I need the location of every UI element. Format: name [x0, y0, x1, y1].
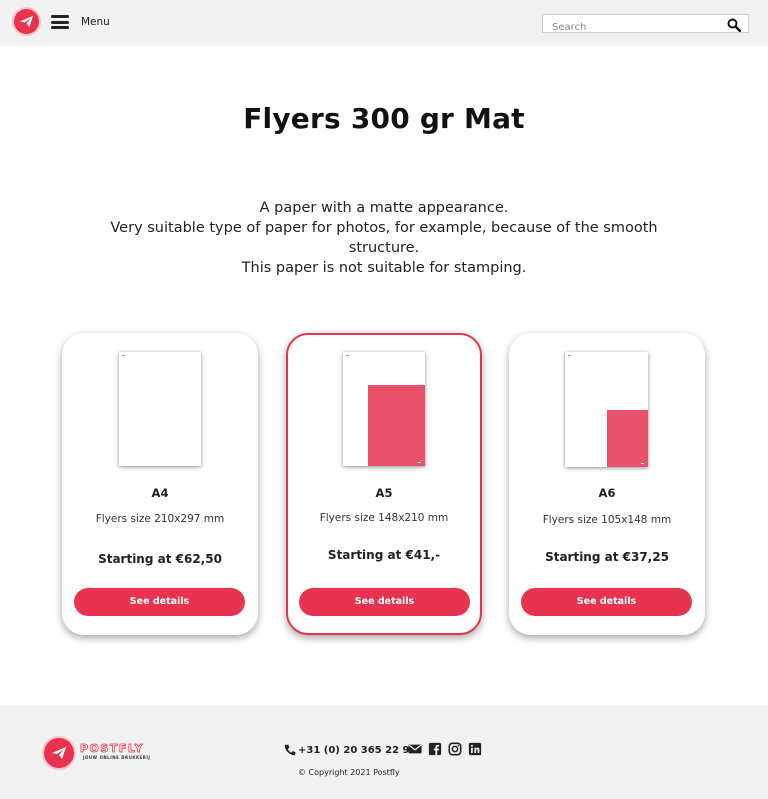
facebook-icon[interactable]: [428, 741, 442, 756]
description-line: This paper is not suitable for stamping.: [241, 260, 527, 276]
menu-button[interactable]: [51, 15, 69, 29]
product-description: Flyers size 105x148 mm: [542, 514, 672, 526]
paper-plane-icon: [19, 15, 34, 28]
see-details-button[interactable]: See details: [521, 588, 692, 616]
page-title: Flyers 300 gr Mat: [243, 102, 525, 135]
product-description: Flyers size 148x210 mm: [319, 512, 449, 524]
paper-preview: [119, 352, 201, 466]
footer-phone: +31 (0) 20 365 22 93: [298, 744, 417, 756]
paper-mark: [641, 463, 644, 464]
instagram-icon[interactable]: [448, 741, 462, 756]
paper-mark: [346, 355, 349, 356]
product-size: A6: [598, 486, 616, 500]
search-box: [542, 14, 749, 36]
footer-tagline: JOUW ONLINE DRUKKERIJ: [83, 755, 151, 760]
footer-logo[interactable]: [44, 738, 74, 768]
paper-mark: [418, 462, 421, 463]
social-links: [408, 741, 482, 756]
see-details-button[interactable]: See details: [299, 588, 470, 616]
product-size: A4: [151, 486, 169, 500]
phone-icon: [284, 744, 296, 756]
search-icon: [727, 18, 742, 33]
linkedin-icon[interactable]: [468, 741, 482, 756]
description-line: A paper with a matte appearance.: [259, 200, 509, 216]
footer-brand: POSTFLY: [80, 742, 145, 756]
logo[interactable]: [14, 9, 39, 34]
header: Menu: [0, 0, 768, 46]
product-price: Starting at €41,-: [327, 548, 441, 562]
description-line: Very suitable type of paper for photos, …: [110, 220, 658, 256]
paper-fill: [606, 409, 648, 467]
paper-preview: [343, 352, 425, 466]
hamburger-icon-line: [51, 15, 69, 18]
paper-mark: [122, 355, 125, 356]
menu-label[interactable]: Menu: [81, 16, 110, 28]
footer-copyright: © Copyright 2021 Postfly: [298, 768, 400, 777]
hamburger-icon-line: [51, 26, 69, 29]
footer-phone-link[interactable]: +31 (0) 20 365 22 93: [284, 743, 416, 757]
page-description: A paper with a matte appearance. Very su…: [100, 198, 668, 278]
paper-fill: [367, 385, 425, 466]
hamburger-icon-line: [51, 20, 69, 24]
search-input[interactable]: [543, 19, 713, 36]
product-card-a5[interactable]: A5 Flyers size 148x210 mm Starting at €4…: [286, 333, 482, 635]
product-card-a6[interactable]: A6 Flyers size 105x148 mm Starting at €3…: [509, 333, 705, 635]
product-card-a4[interactable]: A4 Flyers size 210x297 mm Starting at €6…: [62, 333, 258, 635]
product-size: A5: [375, 486, 393, 500]
product-description: Flyers size 210x297 mm: [95, 513, 225, 525]
paper-mark: [568, 355, 571, 356]
paper-preview: [565, 352, 648, 467]
paper-plane-icon: [52, 747, 66, 759]
see-details-button[interactable]: See details: [74, 588, 245, 616]
product-price: Starting at €62,50: [98, 552, 222, 566]
product-price: Starting at €37,25: [545, 550, 669, 564]
search-button[interactable]: [727, 17, 742, 33]
footer: POSTFLY JOUW ONLINE DRUKKERIJ +31 (0) 20…: [0, 705, 768, 799]
envelope-icon[interactable]: [408, 741, 422, 755]
